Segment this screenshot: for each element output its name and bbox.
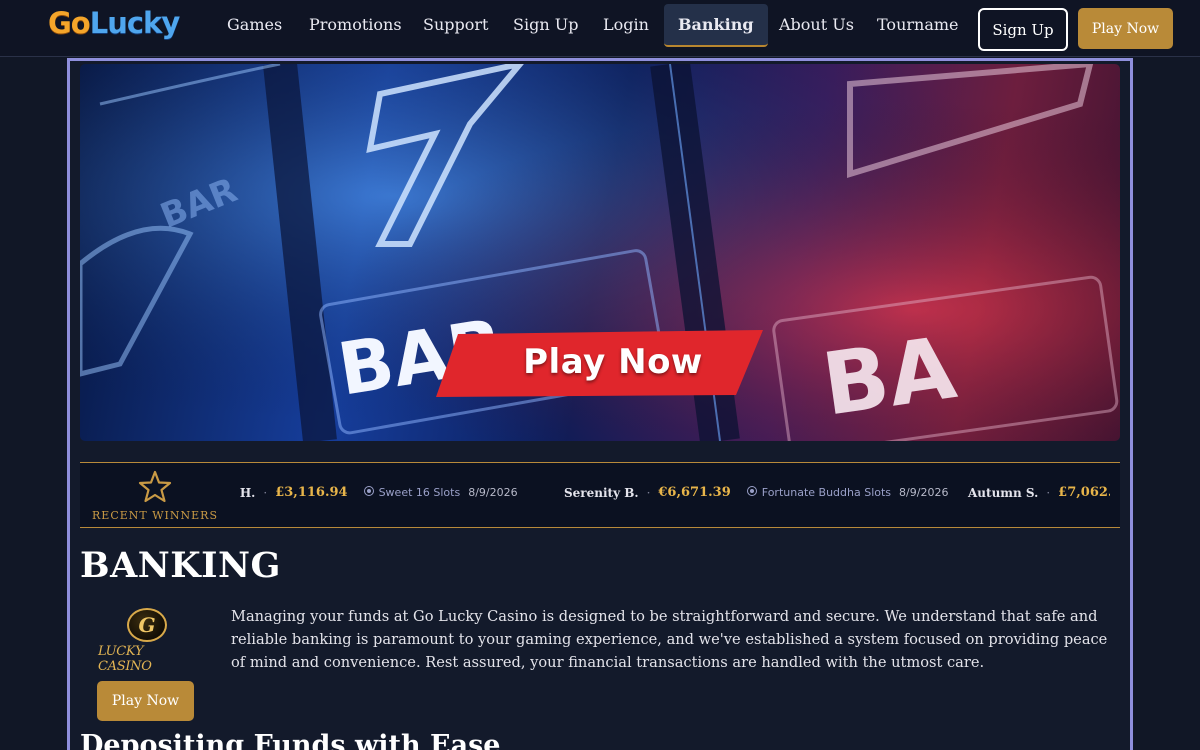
winner-game-name: Fortunate Buddha Slots [761, 486, 892, 499]
recent-winners-title: RECENT WINNERS [92, 508, 218, 522]
winner-game: Fortunate Buddha Slots [746, 486, 892, 499]
reel-bar-right: BA [817, 318, 962, 435]
winner-item: Ane H. · £3,116.94 Sweet 16 Slots 8/9/20… [240, 485, 518, 500]
separator-dot: · [646, 485, 651, 500]
nav-sign-up[interactable]: Sign Up [513, 0, 578, 50]
nav-games[interactable]: Games [227, 0, 282, 50]
winners-ticker: Ane H. · £3,116.94 Sweet 16 Slots 8/9/20… [240, 463, 1110, 527]
casino-chip-icon: G [127, 608, 167, 642]
nav-login[interactable]: Login [603, 0, 649, 50]
top-navigation-bar: GoLucky Games Promotions Support Sign Up… [0, 0, 1200, 57]
star-icon [138, 470, 172, 502]
nav-about-us[interactable]: About Us [779, 0, 854, 50]
depositing-heading: Depositing Funds with Ease [80, 730, 501, 750]
hero-play-now-label[interactable]: Play Now [463, 327, 763, 397]
page-title: BANKING [80, 545, 281, 586]
banking-intro-paragraph: Managing your funds at Go Lucky Casino i… [231, 608, 1108, 671]
winner-item: Autumn S. · £7,062.31 [968, 485, 1110, 500]
winner-name: Ane H. [240, 485, 256, 500]
hero-banner[interactable]: BAR BA BAR Play Now [80, 64, 1120, 441]
nav-banking[interactable]: Banking [664, 4, 768, 47]
nav-promotions[interactable]: Promotions [309, 0, 402, 50]
site-logo[interactable]: GoLucky [48, 6, 181, 40]
sidebar-play-now-button[interactable]: Play Now [97, 681, 194, 721]
winner-amount: £7,062.31 [1058, 485, 1110, 500]
separator-dot: · [263, 485, 268, 500]
winner-amount: €6,671.39 [658, 485, 731, 500]
winner-name: Autumn S. [968, 485, 1039, 500]
lucky-casino-logo-text: LUCKY CASINO [98, 644, 152, 674]
logo-go-text: Go [48, 6, 91, 40]
game-icon [363, 486, 374, 496]
nav-support[interactable]: Support [423, 0, 488, 50]
game-icon [746, 486, 757, 496]
recent-winners-strip: RECENT WINNERS Ane H. · £3,116.94 Sweet … [80, 462, 1120, 528]
winner-game: Sweet 16 Slots [363, 486, 461, 499]
winner-game-name: Sweet 16 Slots [378, 486, 461, 499]
header-sign-up-button[interactable]: Sign Up [978, 8, 1068, 51]
winner-date: 8/9/2026 [899, 486, 949, 499]
nav-tournament[interactable]: Tournament [877, 0, 959, 50]
winner-name: Serenity B. [564, 485, 639, 500]
logo-lucky-text: Lucky [89, 6, 181, 40]
lucky-casino-logo[interactable]: G LUCKY CASINO [98, 608, 196, 674]
winner-item: Serenity B. · €6,671.39 Fortunate Buddha… [564, 485, 948, 500]
winner-amount: £3,116.94 [275, 485, 348, 500]
header-play-now-button[interactable]: Play Now [1078, 8, 1173, 49]
winner-date: 8/9/2026 [468, 486, 518, 499]
separator-dot: · [1046, 485, 1051, 500]
recent-winners-label: RECENT WINNERS [80, 463, 230, 527]
